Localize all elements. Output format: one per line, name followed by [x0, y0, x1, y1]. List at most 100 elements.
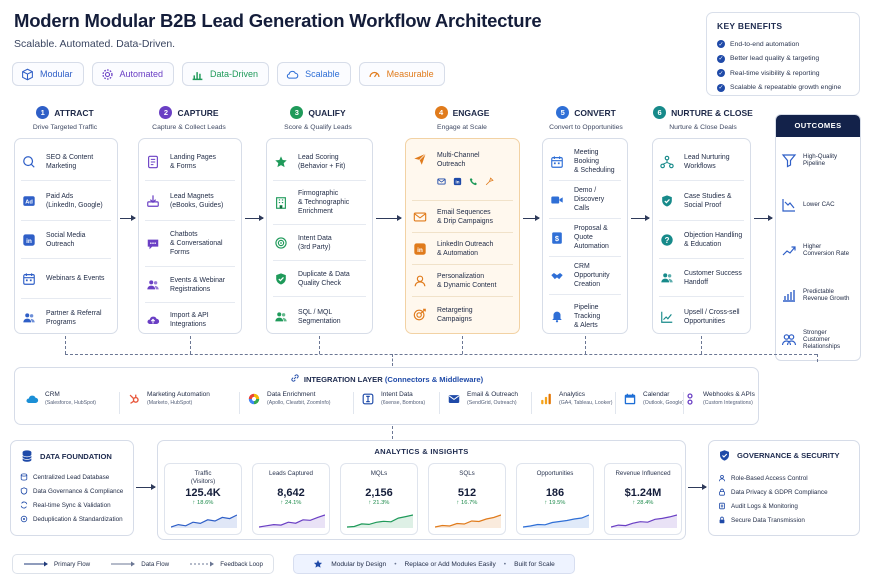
- kpi-value: 2,156: [365, 487, 393, 499]
- stage-item-text: Demo / Discovery Calls: [574, 186, 621, 213]
- stage-name: QUALIFY: [308, 107, 346, 118]
- feedback-loop-line: [65, 354, 817, 355]
- upsell-chart-icon: [659, 309, 675, 325]
- pill-measurable: Measurable: [358, 62, 445, 86]
- governance-text: Role-Based Access Control: [731, 474, 808, 482]
- stage-item-line: & Forms: [170, 162, 197, 170]
- stage-item: Retargeting Campaigns: [412, 297, 513, 333]
- foundation-item: Data Governance & Compliance: [20, 484, 124, 498]
- integration-detail: (Outlook, Google): [643, 400, 684, 406]
- kpi-card-leads: Leads Captured 8,642 ↑ 24.1%: [252, 463, 330, 535]
- users-icon: [659, 270, 675, 286]
- outcome-text: Higher: [803, 242, 822, 250]
- stage-item-text: SQL / MQL Segmentation: [298, 308, 341, 326]
- kpi-sparkline: [347, 514, 413, 528]
- integration-detail: (Salesforce, HubSpot): [45, 400, 97, 406]
- stage-item-text: Chatbots & Conversational Forms: [170, 230, 222, 257]
- stage-item-line: Integrations: [170, 321, 207, 328]
- stage-item-line: Landing Pages: [170, 153, 216, 161]
- stage-item-line: Duplicate & Data: [298, 270, 350, 278]
- data-flow-line: [392, 354, 393, 366]
- stage-card-nurture: Lead Nurturing Workflows Case Studies & Soc…: [652, 138, 751, 334]
- stage-item-line: Handoff: [684, 278, 709, 286]
- stage-item-line: & Automation: [437, 249, 478, 257]
- kpi-label: Leads Captured: [253, 470, 329, 486]
- integration-name: Intent Data: [381, 391, 413, 398]
- pill-label: Scalable: [305, 69, 340, 79]
- stage-item: Ad Paid Ads (LinkedIn, Google): [21, 181, 111, 221]
- check-icon: ✓: [717, 54, 725, 63]
- kpi-label-line: Revenue Influenced: [615, 470, 671, 477]
- stage-item-text: Objection Handling & Education: [684, 231, 742, 249]
- kpi-value: $1.24M: [624, 487, 662, 499]
- retarget-icon: [412, 307, 428, 323]
- svg-text:in: in: [456, 179, 460, 184]
- benefit-text: End-to-end automation: [730, 40, 800, 48]
- webhook-icon: [687, 392, 693, 405]
- pill-data-driven: Data-Driven: [182, 62, 270, 86]
- data-flow-line: [319, 336, 320, 354]
- stage-name: CAPTURE: [177, 107, 219, 118]
- foundation-text: Deduplication & Standardization: [33, 515, 123, 523]
- integration-detail: (GA4, Tableau, Looker): [559, 400, 613, 406]
- stage-item: Lead Nurturing Workflows: [659, 143, 744, 181]
- users-icon: [273, 309, 289, 325]
- benefits-title: KEY BENEFITS: [717, 21, 783, 31]
- kpi-sparkline: [523, 514, 589, 528]
- governance-title: GOVERNANCE & SECURITY: [737, 451, 840, 460]
- data-flow-line: [190, 336, 191, 354]
- separator-dot: •: [503, 560, 507, 568]
- chat-icon: [145, 236, 161, 252]
- integration-data-enrichment: Data Enrichment (Apollo, Clearbit, ZoomIn…: [247, 390, 330, 407]
- stage-item-text: Social Media Outreach: [46, 231, 85, 249]
- stage-item-text: SEO & Content Marketing: [46, 153, 93, 171]
- cloud-icon: [286, 68, 299, 81]
- stage-item-line: Firmographic: [298, 190, 339, 197]
- stage-item-line: Demo / Discovery: [574, 187, 605, 203]
- stage-item: CRM Opportunity Creation: [549, 257, 621, 295]
- stage-item-line: Email Sequences: [437, 208, 491, 216]
- kpi-label-line: (Visitors): [190, 478, 216, 485]
- ad-icon: Ad: [21, 193, 37, 209]
- stage-item-line: Case Studies &: [684, 192, 732, 200]
- stage-name: NURTURE & CLOSE: [671, 107, 753, 118]
- stage-item-line: (Behavior + Fit): [298, 162, 346, 170]
- stage-item-line: SEO & Content: [46, 153, 94, 161]
- pill-label: Measurable: [386, 69, 434, 79]
- download-icon: [145, 193, 161, 209]
- page-title: Modern Modular B2B Lead Generation Workf…: [14, 10, 542, 31]
- foundation-text: Real-time Sync & Validation: [33, 501, 111, 509]
- tagline-text: Built for Scale: [514, 560, 555, 568]
- stage-item-line: (LinkedIn, Google): [46, 201, 103, 209]
- stage-item: Case Studies & Social Proof: [659, 181, 744, 221]
- stage-number-badge: 6: [653, 106, 667, 119]
- stage-card-engage: Multi-Channel Outreach in Email Sequences & …: [405, 138, 520, 334]
- data-flow-line: [585, 336, 586, 354]
- stage-item-line: Creation: [574, 281, 601, 288]
- stage-item-text: Firmographic & Technographic Enrichment: [298, 189, 349, 216]
- divider: [353, 392, 354, 414]
- enrichment-icon: [248, 393, 260, 404]
- stage-name: ATTRACT: [54, 107, 94, 118]
- stage-item-line: Workflows: [684, 162, 716, 170]
- stage-item-line: Social Media: [46, 231, 86, 239]
- stage-item-line: Customer Success: [684, 269, 742, 277]
- person-icon: [412, 273, 428, 289]
- stage-item: Personalization & Dynamic Content: [412, 265, 513, 297]
- stage-item: Meeting Booking & Scheduling: [549, 143, 621, 181]
- stage-item: Duplicate & Data Quality Check: [273, 261, 366, 297]
- outcome-text: Conversion Rate: [803, 249, 850, 257]
- legend: Primary Flow Data Flow Feedback Loop: [12, 554, 274, 574]
- pill-scalable: Scalable: [277, 62, 351, 86]
- stage-item-line: Lead Magnets: [170, 192, 214, 200]
- stage-item-line: Webinars & Events: [46, 275, 105, 282]
- stage-item: Customer Success Handoff: [659, 259, 744, 297]
- log-small-icon: [719, 502, 725, 510]
- outcome-text: Pipeline: [803, 159, 826, 167]
- flow-arrow: [245, 215, 264, 221]
- divider: [239, 392, 240, 414]
- check-icon: ✓: [717, 83, 725, 92]
- kpi-card-traffic: Traffic (Visitors) 125.4K ↑ 18.6%: [164, 463, 242, 535]
- stage-item: Landing Pages & Forms: [145, 143, 235, 181]
- kpi-value: 512: [457, 487, 477, 499]
